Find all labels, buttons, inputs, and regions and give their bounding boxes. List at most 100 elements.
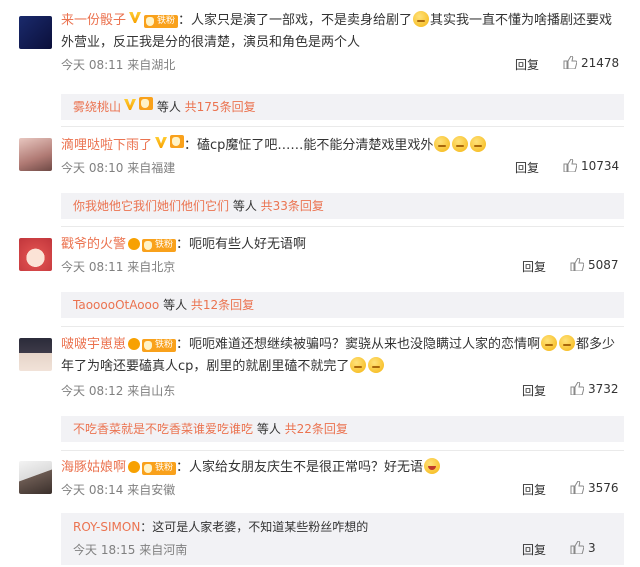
comment-meta: 今天 08:14 来自安徽 回复 3576 [61, 481, 624, 501]
reply-button[interactable]: 回复 [522, 258, 546, 275]
comment-item: 滴哩哒啦下雨了 ：磕cp魔怔了吧……能不能分清楚戏里戏外 今天 08:10 来自福… [0, 135, 640, 219]
username-link[interactable]: 戳爷的火警 [61, 237, 126, 252]
comment-text: 滴哩哒啦下雨了 ：磕cp魔怔了吧……能不能分清楚戏里戏外 [61, 135, 624, 157]
reply-button[interactable]: 回复 [515, 56, 539, 73]
comment-item: 来一份骰子 铁粉 ：人家只是演了一部戏，不是卖身给剧了 其实我一直不懂为啥播剧还要戏外… [0, 10, 640, 120]
fan-badge: 铁粉 [142, 239, 177, 252]
thumbs-up-icon [563, 56, 577, 69]
comment-body: ：人家只是演了一部戏，不是卖身给剧了 [178, 13, 413, 28]
emoji-icon [452, 136, 469, 152]
like-button[interactable]: 21478 [563, 56, 619, 70]
emoji-icon [413, 11, 430, 27]
comment-body: ：呃呃有些人好无语啊 [176, 237, 307, 252]
avatar[interactable] [19, 338, 52, 371]
nested-like-count: 3 [588, 541, 596, 555]
reply-etc: 等人 [253, 422, 281, 436]
fan-badge-small [170, 135, 185, 148]
like-count: 21478 [581, 56, 620, 70]
reply-count-link[interactable]: 共33条回复 [257, 199, 324, 213]
divider [61, 326, 624, 327]
vip-icon [128, 338, 141, 350]
comment-body: ：呃呃难道还想继续被骗吗？窦骁从来也没隐瞒过人家的恋情啊 [176, 337, 541, 352]
comment-meta: 今天 08:11 来自湖北 回复 21478 [61, 56, 624, 76]
username-link[interactable]: 来一份骰子 [61, 13, 126, 28]
comment-body: ：磕cp魔怔了吧……能不能分清楚戏里戏外 [184, 138, 434, 153]
username-link[interactable]: 海豚姑娘啊 [61, 460, 126, 475]
reply-users[interactable]: 雾绕桃山 [73, 100, 121, 114]
laugh-emoji-icon [424, 458, 441, 474]
reply-etc: 等人 [153, 100, 181, 114]
comment-text: 啵啵宇崽崽 铁粉 ：呃呃难道还想继续被骗吗？窦骁从来也没隐瞒过人家的恋情啊 都多少年了… [61, 334, 624, 378]
fan-badge: 铁粉 [142, 462, 177, 475]
reply-users[interactable]: 你我她他它我们她们他们它们 [73, 199, 229, 213]
like-button[interactable]: 3576 [570, 481, 619, 495]
reply-count-link[interactable]: 共22条回复 [281, 422, 348, 436]
nested-username-link[interactable]: ROY-SIMON [73, 520, 140, 534]
comment-meta: 今天 08:11 来自北京 回复 5087 [61, 258, 624, 278]
avatar[interactable] [19, 461, 52, 494]
vip-icon [128, 238, 141, 250]
vip-icon [123, 98, 137, 111]
timestamp: 今天 08:10 来自福建 [61, 161, 176, 175]
reply-summary[interactable]: 雾绕桃山 等人 共175条回复 [61, 94, 624, 120]
comment-item: 海豚姑娘啊 铁粉 ：人家给女朋友庆生不是很正常吗？好无语 今天 08:14 来自安徽… [0, 457, 640, 567]
divider [61, 450, 624, 451]
reply-button[interactable]: 回复 [522, 481, 546, 498]
comment-meta: 今天 08:12 来自山东 回复 3732 [61, 382, 624, 402]
username-link[interactable]: 滴哩哒啦下雨了 [61, 138, 152, 153]
reply-count-link[interactable]: 共12条回复 [187, 298, 254, 312]
timestamp: 今天 08:11 来自北京 [61, 260, 176, 274]
comment-meta: 今天 08:10 来自福建 回复 10734 [61, 159, 624, 179]
nested-reply: ROY-SIMON：这可是人家老婆，不知道某些粉丝咋想的 今天 18:15 来自… [61, 513, 624, 565]
reply-summary[interactable]: TaooooOtAooo 等人 共12条回复 [61, 292, 624, 318]
emoji-icon [434, 136, 451, 152]
reply-button[interactable]: 回复 [522, 382, 546, 399]
like-button[interactable]: 10734 [563, 159, 619, 173]
vip-icon [128, 11, 142, 24]
reply-button[interactable]: 回复 [515, 159, 539, 176]
emoji-icon [470, 136, 487, 152]
nested-meta: 今天 18:15 来自河南 回复 3 [73, 541, 624, 561]
divider [61, 126, 624, 127]
thumbs-up-icon [570, 382, 584, 395]
timestamp: 今天 08:12 来自山东 [61, 384, 176, 398]
comment-item: 啵啵宇崽崽 铁粉 ：呃呃难道还想继续被骗吗？窦骁从来也没隐瞒过人家的恋情啊 都多少年了… [0, 334, 640, 442]
fan-badge: 铁粉 [142, 339, 177, 352]
nested-reply-text: ：这可是人家老婆，不知道某些粉丝咋想的 [140, 520, 369, 534]
thumbs-up-icon [563, 159, 577, 172]
like-count: 10734 [581, 159, 620, 173]
like-button[interactable]: 5087 [570, 258, 619, 272]
comment-body: ：人家给女朋友庆生不是很正常吗？好无语 [176, 460, 424, 475]
vip-icon [154, 136, 168, 149]
reply-count-link[interactable]: 共175条回复 [181, 100, 256, 114]
like-count: 3732 [588, 382, 619, 396]
reply-summary[interactable]: 你我她他它我们她们他们它们 等人 共33条回复 [61, 193, 624, 219]
avatar[interactable] [19, 138, 52, 171]
fan-badge: 铁粉 [144, 15, 179, 28]
emoji-icon [559, 335, 576, 351]
comment-text: 戳爷的火警 铁粉 ：呃呃有些人好无语啊 [61, 234, 624, 256]
nested-reply-button[interactable]: 回复 [522, 541, 546, 558]
thumbs-up-icon [570, 541, 584, 554]
comment-text: 海豚姑娘啊 铁粉 ：人家给女朋友庆生不是很正常吗？好无语 [61, 457, 624, 479]
like-count: 3576 [588, 481, 619, 495]
comment-item: 戳爷的火警 铁粉 ：呃呃有些人好无语啊 今天 08:11 来自北京 回复 5087 … [0, 234, 640, 318]
username-link[interactable]: 啵啵宇崽崽 [61, 337, 126, 352]
fan-badge-small [139, 97, 154, 110]
nested-like-button[interactable]: 3 [570, 541, 596, 555]
reply-users[interactable]: 不吃香菜就是不吃香菜谁爱吃谁吃 [73, 422, 253, 436]
nested-timestamp: 今天 18:15 来自河南 [73, 543, 188, 557]
avatar[interactable] [19, 16, 52, 49]
thumbs-up-icon [570, 481, 584, 494]
like-button[interactable]: 3732 [570, 382, 619, 396]
emoji-icon [350, 357, 367, 373]
timestamp: 今天 08:11 来自湖北 [61, 58, 176, 72]
divider [61, 226, 624, 227]
avatar[interactable] [19, 238, 52, 271]
comment-text: 来一份骰子 铁粉 ：人家只是演了一部戏，不是卖身给剧了 其实我一直不懂为啥播剧还要戏外… [61, 10, 624, 54]
reply-etc: 等人 [159, 298, 188, 312]
vip-icon [128, 461, 141, 473]
reply-users[interactable]: TaooooOtAooo [73, 298, 159, 312]
reply-summary[interactable]: 不吃香菜就是不吃香菜谁爱吃谁吃 等人 共22条回复 [61, 416, 624, 442]
thumbs-up-icon [570, 258, 584, 271]
